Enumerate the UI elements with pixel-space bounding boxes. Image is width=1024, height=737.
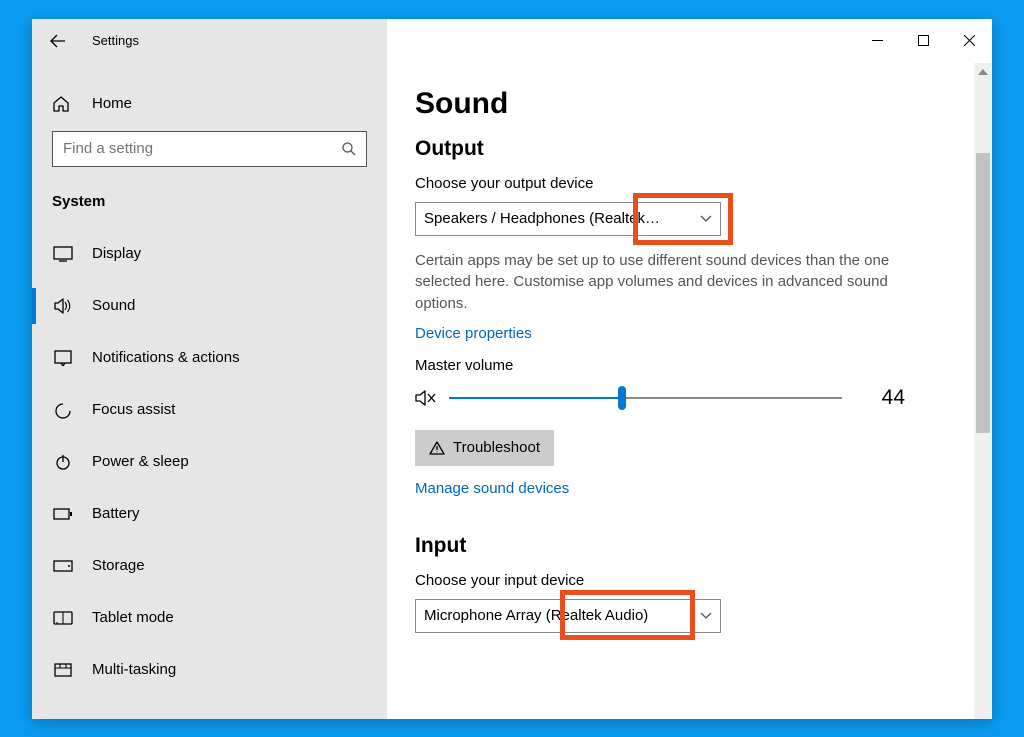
home-button[interactable]: Home (32, 83, 387, 125)
output-device-dropdown[interactable]: Speakers / Headphones (Realtek… (415, 202, 721, 236)
home-icon (52, 95, 74, 113)
sidebar-item-sound[interactable]: Sound (32, 280, 387, 332)
minimize-button[interactable] (854, 19, 900, 63)
maximize-button[interactable] (900, 19, 946, 63)
sidebar-item-label: Sound (92, 297, 135, 314)
sidebar-item-multitasking[interactable]: Multi-tasking (32, 644, 387, 696)
volume-slider-thumb[interactable] (618, 386, 626, 410)
search-container (52, 131, 367, 167)
device-properties-link[interactable]: Device properties (415, 325, 532, 342)
sidebar-item-label: Notifications & actions (92, 349, 240, 366)
sidebar-item-power-sleep[interactable]: Power & sleep (32, 436, 387, 488)
notifications-icon (52, 350, 74, 366)
minimize-icon (872, 35, 883, 46)
sound-icon (52, 298, 74, 314)
scrollbar[interactable] (974, 63, 992, 719)
volume-value: 44 (882, 386, 905, 410)
focus-assist-icon (52, 401, 74, 419)
troubleshoot-button[interactable]: Troubleshoot (415, 430, 554, 466)
output-hint: Certain apps may be set up to use differ… (415, 250, 923, 315)
search-input[interactable] (52, 131, 367, 167)
sidebar-item-label: Multi-tasking (92, 661, 176, 678)
volume-slider[interactable] (449, 397, 842, 399)
display-icon (52, 246, 74, 262)
battery-icon (52, 508, 74, 520)
sidebar-item-notifications[interactable]: Notifications & actions (32, 332, 387, 384)
manage-devices-link[interactable]: Manage sound devices (415, 480, 569, 497)
sidebar-category: System (32, 185, 387, 228)
titlebar: Settings (32, 19, 992, 63)
arrow-left-icon (50, 33, 66, 49)
input-device-label: Choose your input device (415, 572, 944, 589)
sidebar-item-focus-assist[interactable]: Focus assist (32, 384, 387, 436)
close-icon (964, 35, 975, 46)
sidebar: Home System Display Sound (32, 63, 387, 719)
sidebar-item-label: Battery (92, 505, 140, 522)
home-label: Home (92, 95, 132, 112)
scrollbar-thumb[interactable] (976, 153, 990, 433)
sidebar-item-battery[interactable]: Battery (32, 488, 387, 540)
storage-icon (52, 560, 74, 572)
multitasking-icon (52, 663, 74, 677)
input-heading: Input (415, 534, 944, 558)
sidebar-item-label: Power & sleep (92, 453, 189, 470)
master-volume-label: Master volume (415, 357, 944, 374)
warning-icon (429, 441, 445, 455)
main-content: Sound Output Choose your output device S… (387, 63, 992, 719)
input-device-dropdown[interactable]: Microphone Array (Realtek Audio) (415, 599, 721, 633)
back-button[interactable] (48, 31, 68, 51)
sidebar-item-label: Display (92, 245, 141, 262)
chevron-down-icon (700, 612, 712, 620)
sidebar-item-display[interactable]: Display (32, 228, 387, 280)
settings-window: Settings Home (32, 19, 992, 719)
power-icon (52, 453, 74, 471)
input-device-value: Microphone Array (Realtek Audio) (424, 607, 648, 624)
page-title: Sound (415, 87, 944, 121)
scroll-up-icon[interactable] (974, 63, 992, 81)
close-button[interactable] (946, 19, 992, 63)
tablet-icon (52, 611, 74, 625)
maximize-icon (918, 35, 929, 46)
window-title: Settings (92, 33, 139, 48)
output-device-label: Choose your output device (415, 175, 944, 192)
troubleshoot-label: Troubleshoot (453, 439, 540, 456)
sidebar-item-storage[interactable]: Storage (32, 540, 387, 592)
output-device-value: Speakers / Headphones (Realtek… (424, 210, 660, 227)
sidebar-nav: Display Sound Notifications & actions Fo… (32, 228, 387, 696)
output-heading: Output (415, 137, 944, 161)
sidebar-item-label: Focus assist (92, 401, 175, 418)
sidebar-item-label: Storage (92, 557, 145, 574)
sidebar-item-tablet-mode[interactable]: Tablet mode (32, 592, 387, 644)
chevron-down-icon (700, 215, 712, 223)
sidebar-item-label: Tablet mode (92, 609, 174, 626)
mute-icon[interactable] (415, 389, 439, 407)
